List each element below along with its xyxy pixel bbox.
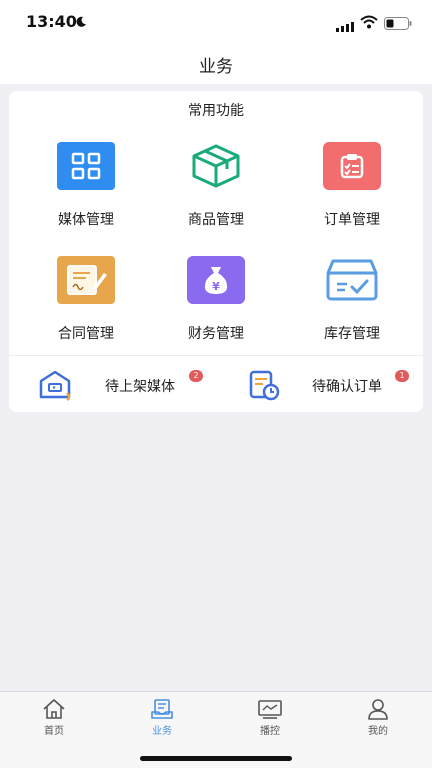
contract-management-label: 合同管理 — [58, 326, 114, 342]
inventory-management-button[interactable]: 库存管理 — [283, 256, 421, 360]
wifi-icon — [360, 14, 378, 33]
battery-icon — [384, 15, 412, 34]
product-management-button[interactable]: 商品管理 — [147, 142, 285, 246]
svg-text:¥: ¥ — [212, 280, 220, 293]
money-bag-icon: ¥ — [187, 256, 245, 304]
grid-icon — [57, 142, 115, 190]
shelf-icon — [37, 369, 75, 405]
tab-business[interactable]: 业务 — [108, 698, 216, 738]
pending-media-label: 待上架媒体 — [105, 379, 175, 395]
divider — [9, 355, 423, 356]
order-management-button[interactable]: 订单管理 — [283, 142, 421, 246]
inventory-box-icon — [323, 256, 381, 304]
signal-icon — [336, 17, 354, 36]
clipboard-icon — [323, 142, 381, 190]
tab-mine-label: 我的 — [368, 726, 388, 737]
home-icon — [0, 698, 108, 720]
page-title: 业务 — [199, 57, 233, 77]
box-icon — [187, 142, 245, 190]
order-clock-icon — [247, 369, 283, 405]
status-bar: 13:40 — [0, 0, 432, 44]
business-icon — [108, 698, 216, 720]
section-title: 常用功能 — [188, 103, 244, 119]
contract-management-button[interactable]: 合同管理 — [17, 256, 155, 360]
status-time: 13:40 — [26, 12, 77, 31]
finance-management-label: 财务管理 — [188, 326, 244, 342]
user-icon — [324, 698, 432, 720]
tab-broadcast-label: 播控 — [260, 726, 280, 737]
tab-mine[interactable]: 我的 — [324, 698, 432, 738]
media-management-label: 媒体管理 — [58, 212, 114, 228]
contract-icon — [57, 256, 115, 304]
finance-management-button[interactable]: ¥ 财务管理 — [147, 256, 285, 360]
product-management-label: 商品管理 — [188, 212, 244, 228]
pending-orders-badge: 1 — [395, 370, 409, 382]
pending-orders-label: 待确认订单 — [312, 379, 382, 395]
tab-home-label: 首页 — [44, 726, 64, 737]
tab-home[interactable]: 首页 — [0, 698, 108, 738]
inventory-management-label: 库存管理 — [324, 326, 380, 342]
pending-media-button[interactable]: 待上架媒体 2 — [37, 367, 227, 403]
tab-broadcast[interactable]: 播控 — [216, 698, 324, 738]
pending-media-badge: 2 — [189, 370, 203, 382]
tab-business-label: 业务 — [152, 726, 172, 737]
home-indicator — [140, 756, 292, 761]
media-management-button[interactable]: 媒体管理 — [17, 142, 155, 246]
nav-bar: 业务 — [0, 44, 432, 84]
moon-icon — [75, 13, 87, 32]
pending-orders-button[interactable]: 待确认订单 1 — [247, 367, 417, 403]
broadcast-icon — [216, 698, 324, 720]
order-management-label: 订单管理 — [324, 212, 380, 228]
functions-card: 常用功能 媒体管理 商品管理 订单管理 合同管理 ¥ 财务管理 库存管理 待上架… — [9, 91, 423, 412]
